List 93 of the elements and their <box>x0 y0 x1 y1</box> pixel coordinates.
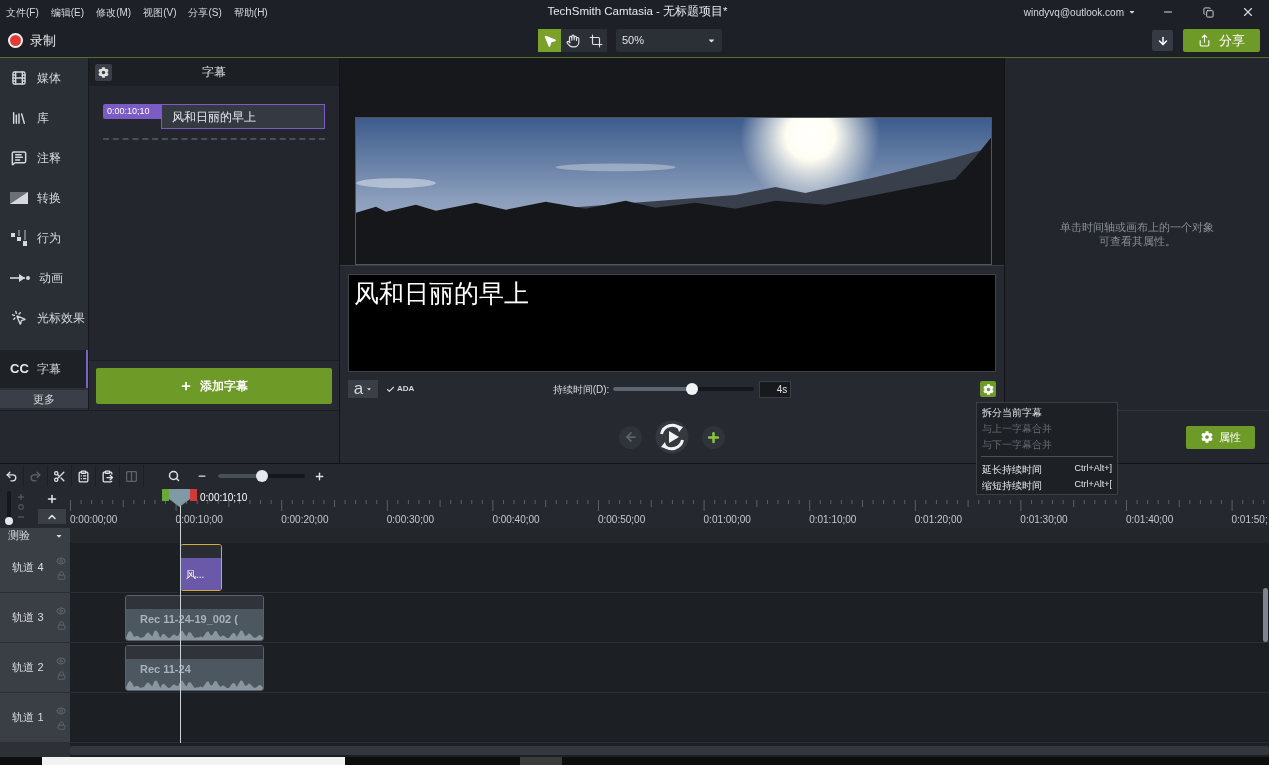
track-label: 轨道 3 <box>11 610 45 626</box>
ruler-label: 0:00:50;00 <box>597 513 647 527</box>
sidebar-item[interactable]: 转换 <box>0 178 88 218</box>
close-icon <box>1241 5 1255 19</box>
speech-bubble-icon <box>10 150 28 166</box>
transition-icon <box>10 192 28 204</box>
crop-icon <box>588 33 603 48</box>
settings-icon <box>982 383 994 395</box>
sidebar-item[interactable]: 行为 <box>0 218 88 258</box>
download-button[interactable] <box>1152 30 1173 51</box>
cursor-click-icon <box>10 310 28 326</box>
ruler-label: 0:00:40;00 <box>492 513 541 527</box>
caption-time-badge: 0:00:10;10 <box>103 104 161 119</box>
pointer-icon <box>542 33 557 48</box>
taskbar-search-field[interactable] <box>42 757 345 765</box>
sidebar-item[interactable]: 动画 <box>0 258 88 298</box>
ruler-label: 0:01:10;00 <box>809 513 858 527</box>
ruler-label: 0:01:30;00 <box>1020 513 1069 527</box>
zoom-dropdown[interactable]: 50% <box>616 29 722 52</box>
play-button[interactable] <box>655 420 689 454</box>
ruler-label: 0:01:50; <box>1231 513 1268 527</box>
window-title: TechSmith Camtasia - 无标题项目* <box>547 4 728 20</box>
add-caption-round-button[interactable] <box>702 425 725 449</box>
caption-editor-field[interactable]: 风和日丽的早上 <box>348 274 996 372</box>
more-button[interactable]: 更多 <box>0 390 88 408</box>
slider-thumb[interactable] <box>5 517 13 525</box>
stepped-squares-icon <box>10 230 28 246</box>
account-menu[interactable]: windyvq@outlook.com <box>1023 4 1136 20</box>
track-label: 轨道 1 <box>11 710 45 726</box>
menu-item[interactable]: 帮助(H) <box>233 4 268 20</box>
caret-icon <box>1128 8 1136 16</box>
arrow-down-icon <box>1156 34 1169 47</box>
canvas-tool-button[interactable] <box>561 29 584 52</box>
restore-icon <box>1202 6 1214 18</box>
sidebar-item[interactable]: 光标效果 <box>0 298 88 338</box>
caption-text-field[interactable]: 风和日丽的早上 <box>161 104 325 129</box>
menu-item[interactable]: 文件(F) <box>6 4 39 20</box>
ruler-label: 0:01:40;00 <box>1125 513 1175 527</box>
ruler-label: 0:00:00;00 <box>70 513 119 527</box>
quiz-dropdown[interactable]: 测验 <box>0 528 70 543</box>
duration-input[interactable]: 4s <box>759 380 792 398</box>
menu-item[interactable]: 延长持续时间 Ctrl+Alt+] <box>981 461 1113 477</box>
playhead-time: 0:00:10;10 <box>200 491 248 505</box>
caret-icon <box>366 386 373 392</box>
sidebar-item[interactable]: 注释 <box>0 138 88 178</box>
size-scale-icon <box>18 494 24 520</box>
menu-item[interactable]: 视图(V) <box>143 4 177 20</box>
properties-hint: 单击时间轴或画布上的一个对象可查看其属性。 <box>1059 220 1215 248</box>
magnifier-icon <box>168 470 180 482</box>
books-icon <box>10 110 28 126</box>
ruler-label: 0:00:20;00 <box>281 513 330 527</box>
horizontal-scrollbar[interactable] <box>70 745 1269 755</box>
ruler-label: 0:01:20;00 <box>914 513 963 527</box>
slider-thumb[interactable] <box>255 470 268 482</box>
settings-button[interactable] <box>95 63 112 81</box>
ruler-label: 0:00:30;00 <box>386 513 436 527</box>
caption-options-button[interactable] <box>980 381 996 397</box>
menu-item[interactable]: 缩短持续时间 Ctrl+Alt+[ <box>981 477 1113 493</box>
sidebar-item[interactable]: CC 字幕 <box>0 350 88 388</box>
hand-icon <box>565 33 580 48</box>
caption-clip[interactable]: 风... <box>180 544 222 591</box>
track-label: 轨道 2 <box>11 660 45 676</box>
play-loop-icon <box>655 420 689 454</box>
record-button[interactable]: 录制 <box>0 30 56 51</box>
clip-label: 风... <box>186 567 205 582</box>
track-label: 轨道 4 <box>11 560 45 576</box>
plus-icon <box>180 380 192 392</box>
font-dropdown[interactable]: a <box>348 380 378 398</box>
share-icon <box>1198 34 1211 47</box>
vertical-scrollbar-thumb[interactable] <box>1263 588 1268 642</box>
plus-icon <box>313 470 325 482</box>
panel-title: 字幕 <box>201 64 227 81</box>
sidebar-item[interactable]: 库 <box>0 98 88 138</box>
sidebar-item[interactable]: 媒体 <box>0 58 88 98</box>
menu-item[interactable]: 拆分当前字幕 <box>981 404 1113 420</box>
caret-icon <box>707 36 716 45</box>
ada-toggle[interactable]: ADA <box>386 383 415 395</box>
menu-item[interactable]: 修改(M) <box>96 4 132 20</box>
arrow-dot-icon <box>10 274 30 282</box>
film-icon <box>10 70 28 86</box>
arrow-left-icon <box>623 430 638 444</box>
plus-icon <box>706 429 721 445</box>
settings-icon <box>1200 431 1213 443</box>
playhead-handle[interactable] <box>162 489 197 507</box>
menu-item[interactable]: 编辑(E) <box>50 4 85 20</box>
slider-thumb[interactable] <box>686 383 699 395</box>
collapse-button[interactable] <box>38 509 66 524</box>
ruler-label: 0:01:00;00 <box>703 513 752 527</box>
duration-label: 持续时间(D): <box>552 382 610 397</box>
menu-item[interactable]: 分享(S) <box>188 4 222 20</box>
plus-icon <box>46 492 58 505</box>
canvas-tool-button[interactable] <box>584 29 607 52</box>
settings-icon <box>98 66 109 78</box>
